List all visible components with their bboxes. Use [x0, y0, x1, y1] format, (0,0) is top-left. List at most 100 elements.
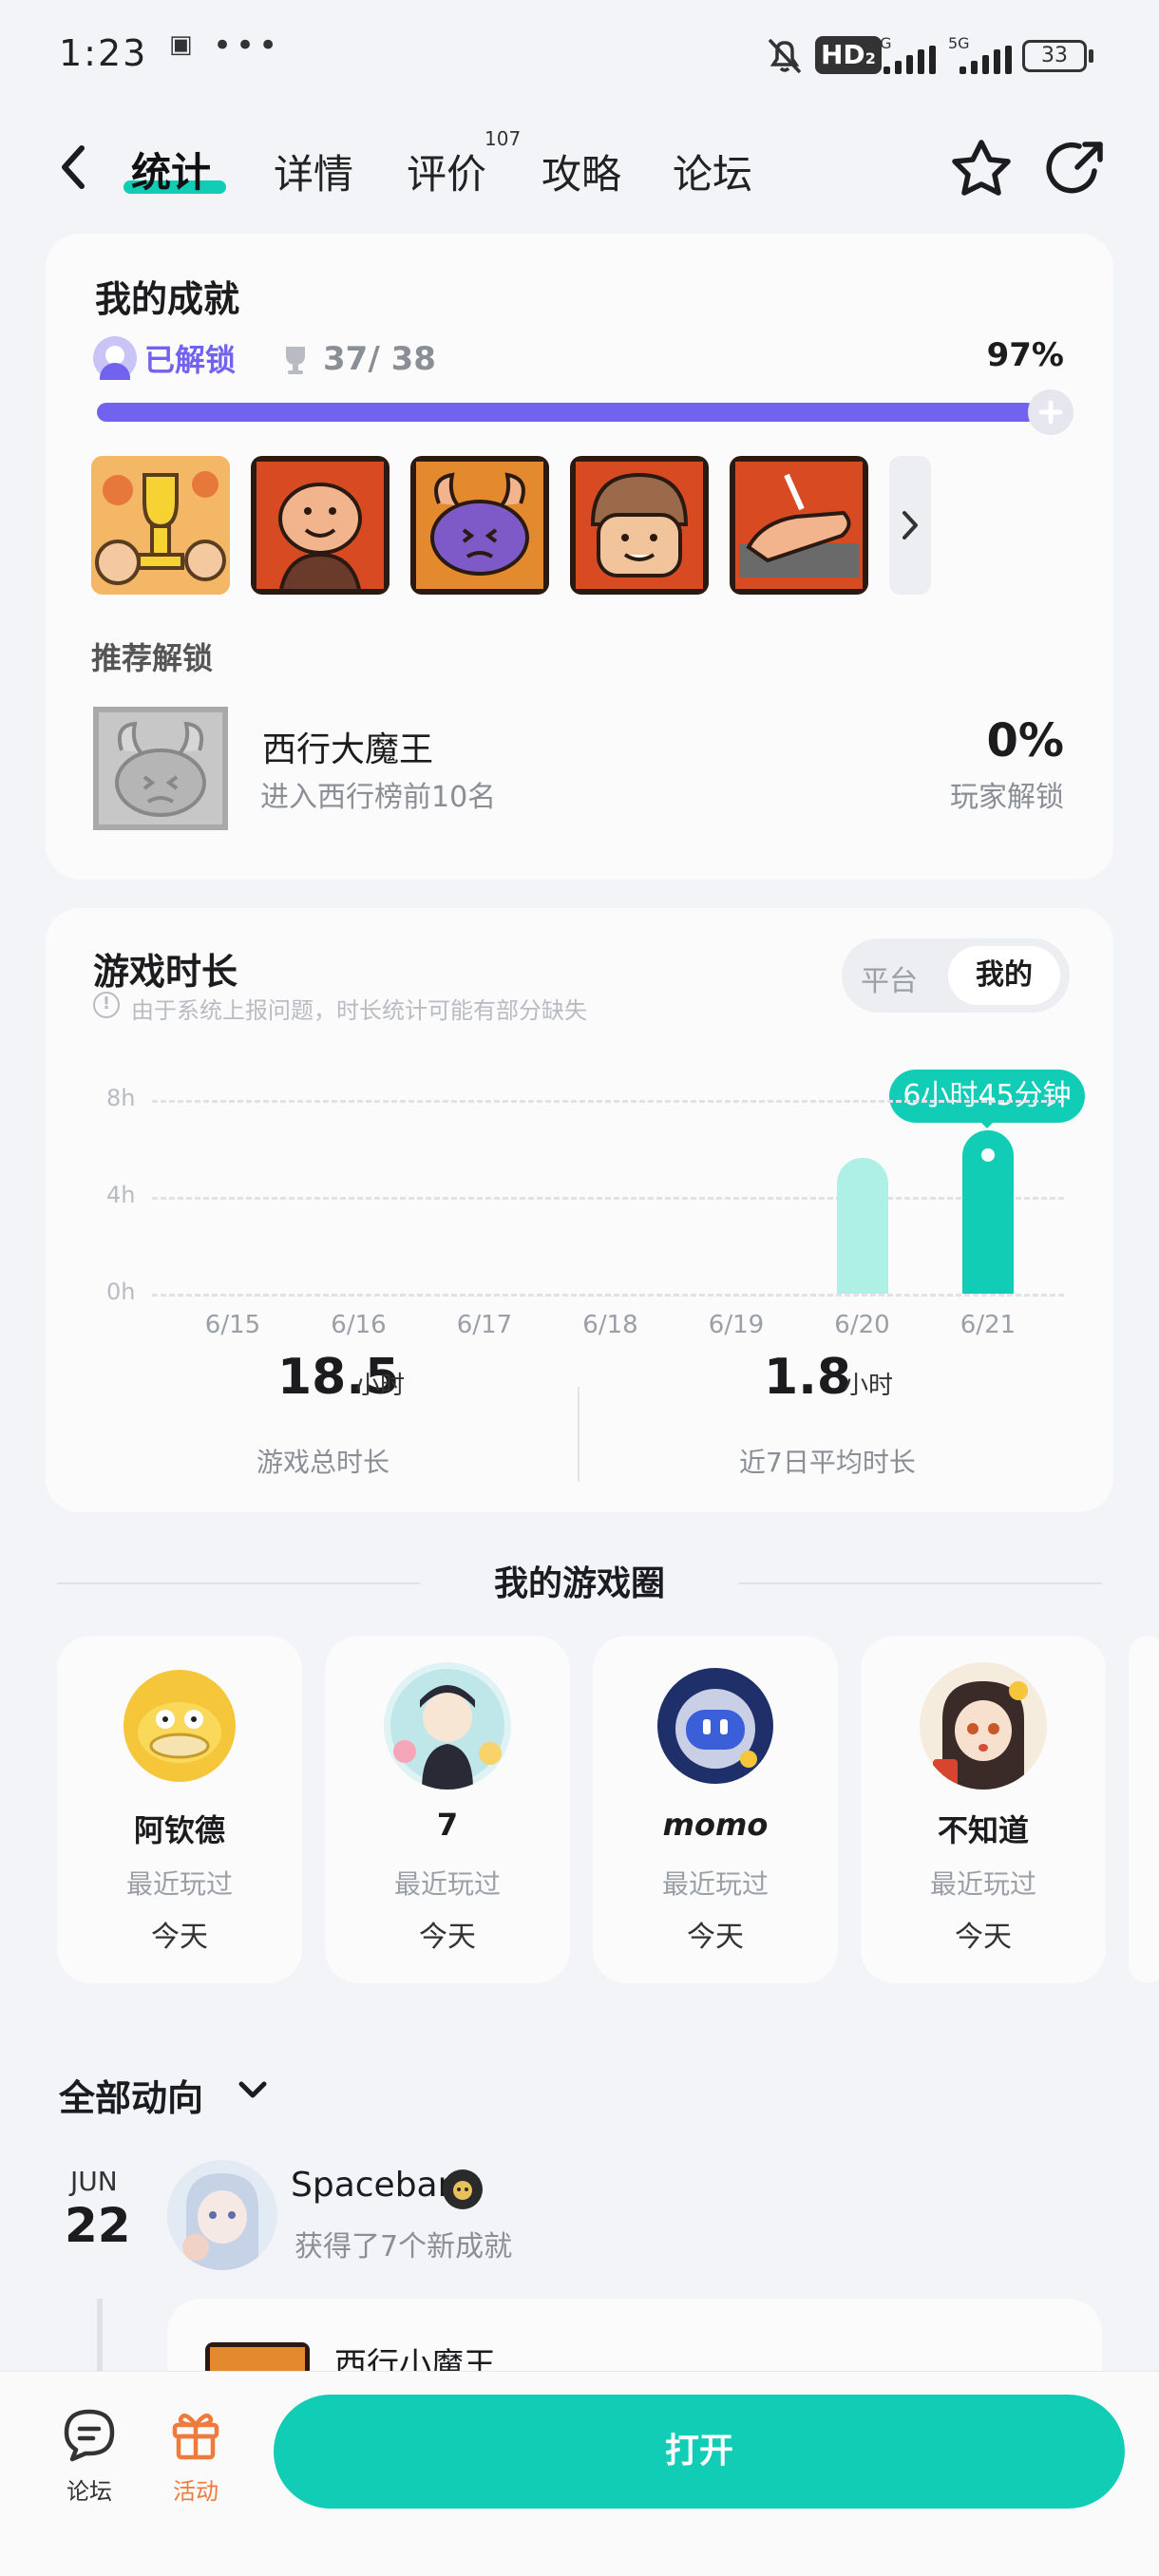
friend-card[interactable]: 不知道 最近玩过 今天 — [861, 1636, 1106, 1983]
feed-username[interactable]: Spacebar — [291, 2166, 451, 2205]
friend-name: 阿钦德 — [133, 1812, 225, 1848]
status-more-icon: ••• — [213, 27, 282, 65]
status-notification-icon: ▣ — [169, 30, 193, 59]
feed-user-avatar[interactable] — [167, 2160, 277, 2270]
share-icon — [1046, 142, 1103, 194]
friend-card-partial[interactable] — [1129, 1636, 1159, 1983]
friend-recent-day: 今天 — [151, 1921, 208, 1954]
recommend-rate-label: 玩家解锁 — [950, 781, 1064, 814]
friend-avatar — [657, 1668, 773, 1784]
tab-forum[interactable]: 论坛 — [673, 142, 752, 200]
user-badge-icon — [443, 2169, 483, 2209]
favorite-button[interactable] — [948, 135, 1015, 201]
timeline-line — [97, 2299, 103, 2375]
friend-card[interactable]: momo 最近玩过 今天 — [593, 1636, 838, 1983]
star-icon — [952, 140, 1011, 196]
achievements-card: 我的成就 已解锁 37/ 38 97% 推荐解锁 西行大魔王 进入西行榜前10名… — [46, 234, 1113, 880]
reviews-count-badge: 107 — [484, 127, 522, 150]
circle-title: 我的游戏圈 — [493, 1564, 665, 1603]
friend-recent-label: 最近玩过 — [929, 1868, 1036, 1900]
chevron-right-icon — [902, 511, 918, 540]
friend-name: 7 — [436, 1807, 459, 1843]
feed-day: 22 — [65, 2198, 131, 2253]
feed-action: 获得了7个新成就 — [294, 2230, 513, 2263]
achievement-thumb[interactable] — [251, 456, 390, 595]
battery-icon: 33 — [1022, 40, 1087, 72]
tab-reviews[interactable]: 评价 — [407, 142, 486, 200]
info-icon: ! — [93, 992, 120, 1018]
achievement-thumb[interactable] — [570, 456, 709, 595]
avg-playtime-label: 近7日平均时长 — [739, 1447, 916, 1478]
friend-name: momo — [662, 1807, 769, 1843]
bottom-bar: 论坛 活动 打开 — [0, 2371, 1159, 2576]
bottom-activity-button[interactable]: 活动 — [160, 2406, 232, 2520]
tab-guides[interactable]: 攻略 — [542, 142, 621, 200]
friend-recent-label: 最近玩过 — [125, 1868, 233, 1900]
recommend-rate: 0% — [986, 714, 1065, 767]
trophy-icon — [281, 344, 310, 376]
friend-card[interactable]: 7 最近玩过 今天 — [325, 1636, 570, 1983]
tab-stats[interactable]: 统计 — [131, 141, 211, 199]
avg-playtime-unit: 小时 — [844, 1372, 894, 1400]
friend-card[interactable]: 阿钦德 最近玩过 今天 — [57, 1636, 302, 1983]
battery-tip — [1089, 49, 1093, 63]
status-bar: 1:23 ▣ ••• HD2 5G 5G 33 — [0, 0, 1159, 114]
achievements-more-button[interactable] — [889, 456, 931, 595]
playtime-title: 游戏时长 — [93, 951, 238, 993]
bottom-forum-button[interactable]: 论坛 — [53, 2406, 125, 2520]
chevron-down-icon — [238, 2081, 267, 2098]
avg-playtime-value: 1.8 — [764, 1349, 852, 1406]
signal-icon-1 — [884, 46, 936, 74]
bar-tooltip: 6小时45分钟 — [889, 1070, 1085, 1123]
status-time: 1:23 — [59, 32, 148, 74]
gift-icon — [172, 2413, 219, 2460]
achievement-progress-fill — [97, 403, 1037, 422]
share-button[interactable] — [1043, 135, 1110, 201]
recommend-achievement-icon[interactable] — [93, 707, 228, 830]
playtime-note: 由于系统上报问题，时长统计可能有部分缺失 — [131, 997, 587, 1024]
feed-filter-label[interactable]: 全部动向 — [59, 2069, 203, 2121]
signal-icon-2 — [960, 46, 1012, 74]
friend-recent-label: 最近玩过 — [661, 1868, 769, 1900]
recommend-title: 推荐解锁 — [91, 640, 214, 676]
unlocked-avatar — [93, 336, 137, 393]
friend-recent-day: 今天 — [419, 1921, 476, 1954]
toggle-mine-pill[interactable]: 我的 — [948, 946, 1060, 1005]
stats-divider — [578, 1387, 580, 1482]
source-toggle: 平台 我的 — [842, 938, 1070, 1013]
friend-recent-label: 最近玩过 — [393, 1868, 501, 1900]
friend-recent-day: 今天 — [687, 1921, 744, 1954]
progress-end-icon — [1028, 389, 1074, 435]
total-playtime-label: 游戏总时长 — [256, 1447, 390, 1478]
tooltip-pointer — [978, 1119, 997, 1128]
back-arrow-icon — [62, 145, 85, 189]
toggle-mine: 我的 — [976, 958, 1033, 992]
achievement-thumb[interactable] — [91, 456, 230, 595]
achievements-title: 我的成就 — [95, 278, 240, 320]
friend-avatar — [124, 1670, 236, 1782]
friend-avatar — [920, 1662, 1047, 1790]
mute-icon — [764, 34, 806, 76]
feed-filter-dropdown[interactable] — [236, 2076, 270, 2105]
friend-recent-day: 今天 — [955, 1921, 1012, 1954]
bottom-activity-label: 活动 — [173, 2478, 218, 2505]
friend-avatar — [384, 1662, 511, 1790]
total-playtime-unit: 小时 — [355, 1372, 406, 1400]
achievement-progress-track — [97, 403, 1066, 422]
achievement-count: 37/ 38 — [323, 340, 436, 378]
achievement-thumb[interactable] — [730, 456, 868, 595]
open-game-button[interactable]: 打开 — [274, 2395, 1125, 2509]
back-button[interactable] — [53, 139, 95, 196]
tab-details[interactable]: 详情 — [274, 142, 353, 200]
achievement-thumb[interactable] — [410, 456, 549, 595]
bottom-forum-label: 论坛 — [66, 2478, 112, 2505]
recommend-desc: 进入西行榜前10名 — [260, 781, 497, 814]
feed-month: JUN — [70, 2166, 118, 2197]
toggle-platform[interactable]: 平台 — [861, 957, 918, 999]
achievement-percent: 97% — [986, 336, 1064, 374]
playtime-card: 游戏时长 ! 由于系统上报问题，时长统计可能有部分缺失 平台 我的 6小时45分… — [46, 908, 1113, 1512]
unlocked-label: 已解锁 — [144, 342, 237, 378]
open-game-label: 打开 — [664, 2432, 733, 2471]
friend-name: 不知道 — [937, 1812, 1029, 1848]
forum-icon — [64, 2409, 115, 2462]
